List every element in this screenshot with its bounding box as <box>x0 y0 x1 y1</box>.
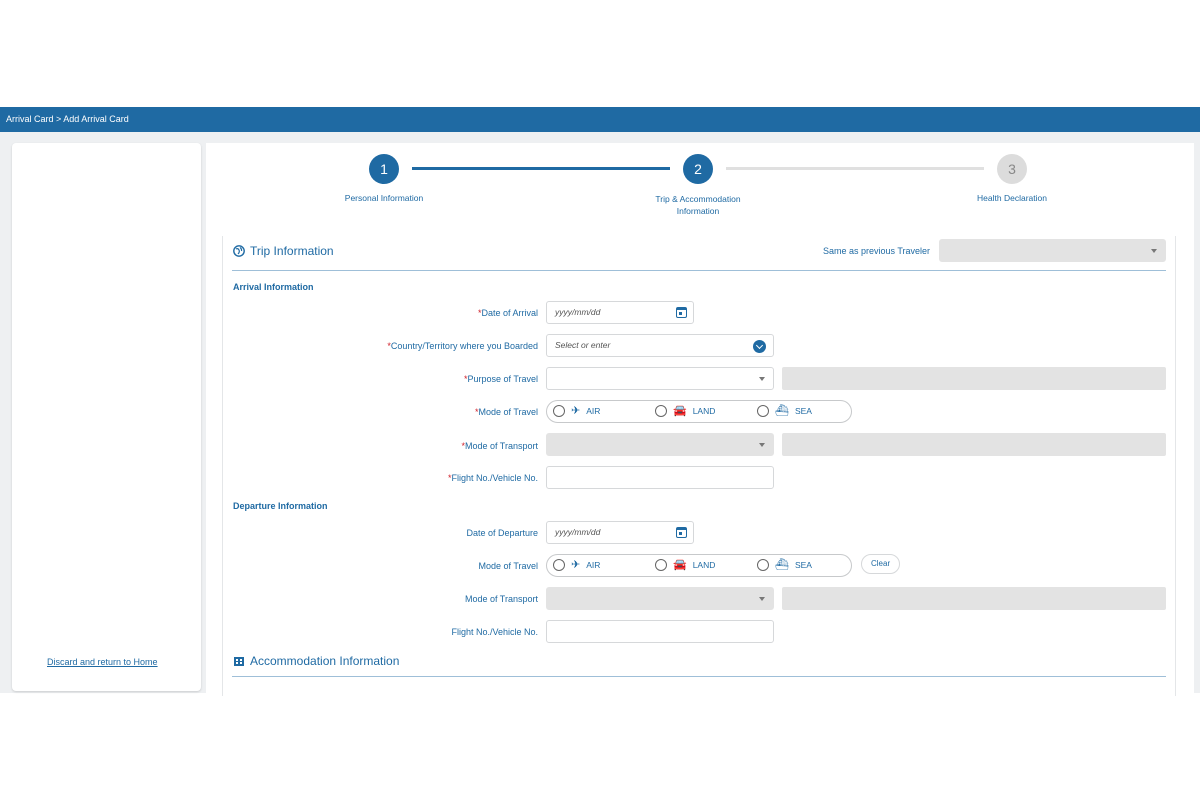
departure-mode-of-transport-select[interactable] <box>546 587 774 610</box>
step-line-1-2 <box>412 167 670 170</box>
arrival-air-option[interactable]: ✈ AIR <box>553 405 600 417</box>
car-icon: 🚘 <box>673 559 687 571</box>
arrival-information-heading: Arrival Information <box>233 282 314 292</box>
radio-button[interactable] <box>655 559 667 571</box>
airplane-icon: ✈ <box>571 559 581 571</box>
flight-vehicle-label: *Flight No./Vehicle No. <box>228 473 538 483</box>
building-icon <box>234 657 244 666</box>
step-1-label: Personal Information <box>344 193 424 203</box>
departure-information-heading: Departure Information <box>233 501 328 511</box>
arrival-sea-option[interactable]: ⛴ SEA <box>757 405 812 417</box>
airplane-icon: ✈ <box>571 405 581 417</box>
same-as-previous-select[interactable] <box>939 239 1166 262</box>
purpose-of-travel-label: *Purpose of Travel <box>228 374 538 384</box>
sidebar: Discard and return to Home <box>12 143 201 691</box>
country-boarded-label: *Country/Territory where you Boarded <box>228 341 538 351</box>
arrival-mode-of-transport-select[interactable] <box>546 433 774 456</box>
radio-button[interactable] <box>655 405 667 417</box>
arrival-flight-vehicle-input[interactable] <box>546 466 774 489</box>
mode-of-transport-label: *Mode of Transport <box>228 441 538 451</box>
chevron-down-icon <box>1151 249 1157 253</box>
chevron-down-icon <box>759 443 765 447</box>
chevron-down-icon[interactable] <box>753 340 766 353</box>
radio-button[interactable] <box>553 405 565 417</box>
ship-icon: ⛴ <box>775 405 789 417</box>
land-label: LAND <box>692 560 716 570</box>
departure-flight-vehicle-input[interactable] <box>546 620 774 643</box>
air-label: AIR <box>586 406 601 416</box>
step-1-circle[interactable]: 1 <box>369 154 399 184</box>
trip-divider <box>232 270 1166 271</box>
accommodation-divider <box>232 676 1166 677</box>
step-1-number: 1 <box>380 161 388 177</box>
country-boarded-input[interactable]: Select or enter <box>546 334 774 357</box>
clear-button[interactable]: Clear <box>861 554 901 574</box>
land-label: LAND <box>692 406 716 416</box>
step-line-2-3 <box>726 167 984 170</box>
car-icon: 🚘 <box>673 405 687 417</box>
departure-mode-of-travel-radios: ✈ AIR 🚘 LAND ⛴ SEA <box>546 554 852 577</box>
globe-icon <box>233 245 245 257</box>
flight-vehicle-text: Flight No./Vehicle No. <box>451 473 538 483</box>
departure-mode-of-travel-label: Mode of Travel <box>478 561 538 571</box>
trip-information-text: Trip Information <box>250 244 334 258</box>
main-panel: 1 2 3 Personal Information Trip & Accomm… <box>206 143 1194 696</box>
departure-air-option[interactable]: ✈ AIR <box>553 559 600 571</box>
discard-return-home-link[interactable]: Discard and return to Home <box>47 657 158 667</box>
mode-of-travel-label: *Mode of Travel <box>228 407 538 417</box>
step-3-label: Health Declaration <box>977 193 1047 203</box>
radio-button[interactable] <box>553 559 565 571</box>
calendar-icon[interactable] <box>676 527 687 538</box>
same-as-previous-label: Same as previous Traveler <box>822 246 930 256</box>
radio-button[interactable] <box>757 405 769 417</box>
date-of-departure-placeholder: yyyy/mm/dd <box>555 527 601 537</box>
arrival-land-option[interactable]: 🚘 LAND <box>655 405 715 417</box>
departure-transport-other-field <box>782 587 1166 610</box>
chevron-down-icon <box>759 597 765 601</box>
date-of-arrival-label: *Date of Arrival <box>228 308 538 318</box>
purpose-of-travel-select[interactable] <box>546 367 774 390</box>
step-3-number: 3 <box>1008 161 1016 177</box>
breadcrumb-bar: Arrival Card > Add Arrival Card <box>0 107 1200 132</box>
departure-sea-option[interactable]: ⛴ SEA <box>757 559 812 571</box>
departure-land-option[interactable]: 🚘 LAND <box>655 559 715 571</box>
air-label: AIR <box>586 560 601 570</box>
step-2-label-line2: Information <box>676 206 720 216</box>
calendar-icon[interactable] <box>676 307 687 318</box>
chevron-down-icon <box>759 377 765 381</box>
radio-button[interactable] <box>757 559 769 571</box>
step-2-circle[interactable]: 2 <box>683 154 713 184</box>
breadcrumb: Arrival Card > Add Arrival Card <box>6 114 129 124</box>
date-of-arrival-text: Date of Arrival <box>481 308 538 318</box>
step-2-number: 2 <box>694 161 702 177</box>
step-3-circle[interactable]: 3 <box>997 154 1027 184</box>
country-boarded-placeholder: Select or enter <box>555 340 611 350</box>
country-boarded-text: Country/Territory where you Boarded <box>390 341 538 351</box>
arrival-mode-of-travel-radios: ✈ AIR 🚘 LAND ⛴ SEA <box>546 400 852 423</box>
sea-label: SEA <box>794 560 812 570</box>
departure-mode-of-transport-label: Mode of Transport <box>464 594 538 604</box>
date-of-arrival-placeholder: yyyy/mm/dd <box>555 307 601 317</box>
date-of-arrival-input[interactable]: yyyy/mm/dd <box>546 301 694 324</box>
trip-card: Trip Information Same as previous Travel… <box>222 236 1176 696</box>
step-2-label-line1: Trip & Accommodation <box>655 194 741 204</box>
purpose-other-field <box>782 367 1166 390</box>
trip-information-title: Trip Information <box>233 244 334 258</box>
mode-of-transport-text: Mode of Transport <box>464 441 538 451</box>
arrival-transport-other-field <box>782 433 1166 456</box>
sea-label: SEA <box>794 406 812 416</box>
departure-flight-vehicle-label: Flight No./Vehicle No. <box>451 627 538 637</box>
mode-of-travel-text: Mode of Travel <box>478 407 538 417</box>
accommodation-information-title: Accommodation Information <box>233 654 399 668</box>
purpose-of-travel-text: Purpose of Travel <box>467 374 538 384</box>
date-of-departure-label: Date of Departure <box>466 528 538 538</box>
accommodation-information-text: Accommodation Information <box>250 654 400 668</box>
step-2-label: Trip & Accommodation Information <box>628 193 768 217</box>
date-of-departure-input[interactable]: yyyy/mm/dd <box>546 521 694 544</box>
ship-icon: ⛴ <box>775 559 789 571</box>
